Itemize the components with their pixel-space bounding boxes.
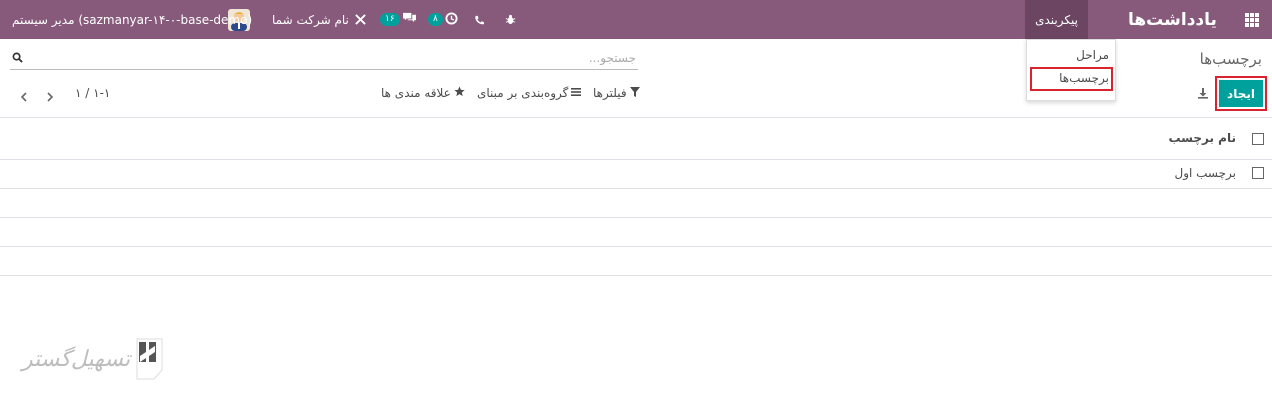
download-icon[interactable]	[1197, 87, 1209, 102]
column-header-tag-name[interactable]: نام برچسب	[1168, 131, 1236, 145]
row-checkbox[interactable]	[1252, 167, 1264, 179]
app-name[interactable]: یادداشت‌ها	[1128, 0, 1217, 39]
row-divider	[0, 188, 1272, 189]
configuration-dropdown: مراحل برچسب‌ها	[1026, 39, 1116, 101]
row-divider	[0, 246, 1272, 247]
watermark-logo: تسهیل‌گستر	[22, 338, 164, 380]
search-icon[interactable]	[12, 52, 23, 66]
favorites-label: علاقه مندی ها	[381, 86, 451, 100]
messages-menu[interactable]: ۱۶	[380, 0, 417, 39]
select-all-checkbox[interactable]	[1252, 133, 1264, 145]
debug-icon[interactable]	[505, 0, 516, 39]
page-title: برچسب‌ها	[1199, 50, 1262, 68]
comments-icon	[402, 12, 417, 27]
create-button[interactable]: ایجاد	[1219, 80, 1263, 107]
company-name[interactable]: نام شرکت شما	[272, 0, 349, 39]
top-navbar: یادداشت‌ها پیکربندی ۸ ۱۶ نام شرکت شما مد…	[0, 0, 1272, 39]
tag-name-cell[interactable]: برچسب اول	[1174, 166, 1236, 180]
row-divider	[0, 275, 1272, 276]
search-input[interactable]	[28, 49, 636, 67]
pager-value[interactable]: ۱-۱ / ۱	[75, 86, 110, 100]
pager-next-icon[interactable]	[46, 91, 54, 105]
activity-count-badge: ۸	[428, 13, 443, 26]
watermark-icon	[136, 338, 163, 380]
favorites-menu[interactable]: علاقه مندی ها	[381, 86, 465, 100]
watermark-text: تسهیل‌گستر	[22, 346, 131, 372]
star-icon	[454, 86, 465, 100]
menu-configuration[interactable]: پیکربندی	[1025, 0, 1088, 39]
row-divider	[0, 217, 1272, 218]
groupby-label: گروه‌بندی بر مبنای	[477, 86, 569, 100]
pager-previous-icon[interactable]	[20, 91, 28, 105]
filters-label: فیلترها	[593, 86, 627, 100]
list-top-border	[0, 117, 1272, 118]
messages-count-badge: ۱۶	[380, 13, 400, 26]
highlight-box-tags	[1030, 67, 1113, 91]
filters-menu[interactable]: فیلترها	[593, 86, 640, 100]
company-switch-icon[interactable]	[355, 0, 366, 39]
phone-icon[interactable]	[474, 0, 484, 39]
dropdown-item-stages[interactable]: مراحل	[1076, 48, 1109, 62]
clock-icon	[445, 11, 458, 28]
filter-icon	[629, 86, 640, 100]
apps-menu-icon[interactable]	[1245, 0, 1259, 39]
groupby-menu[interactable]: گروه‌بندی بر مبنای	[477, 86, 582, 100]
activities-menu[interactable]: ۸	[428, 0, 458, 39]
search-bar	[10, 47, 638, 70]
user-name[interactable]: مدیر سیستم (sazmanyar-۱۴-۰-base-demo)	[12, 0, 252, 39]
header-divider	[0, 159, 1272, 160]
bars-icon	[571, 86, 582, 100]
